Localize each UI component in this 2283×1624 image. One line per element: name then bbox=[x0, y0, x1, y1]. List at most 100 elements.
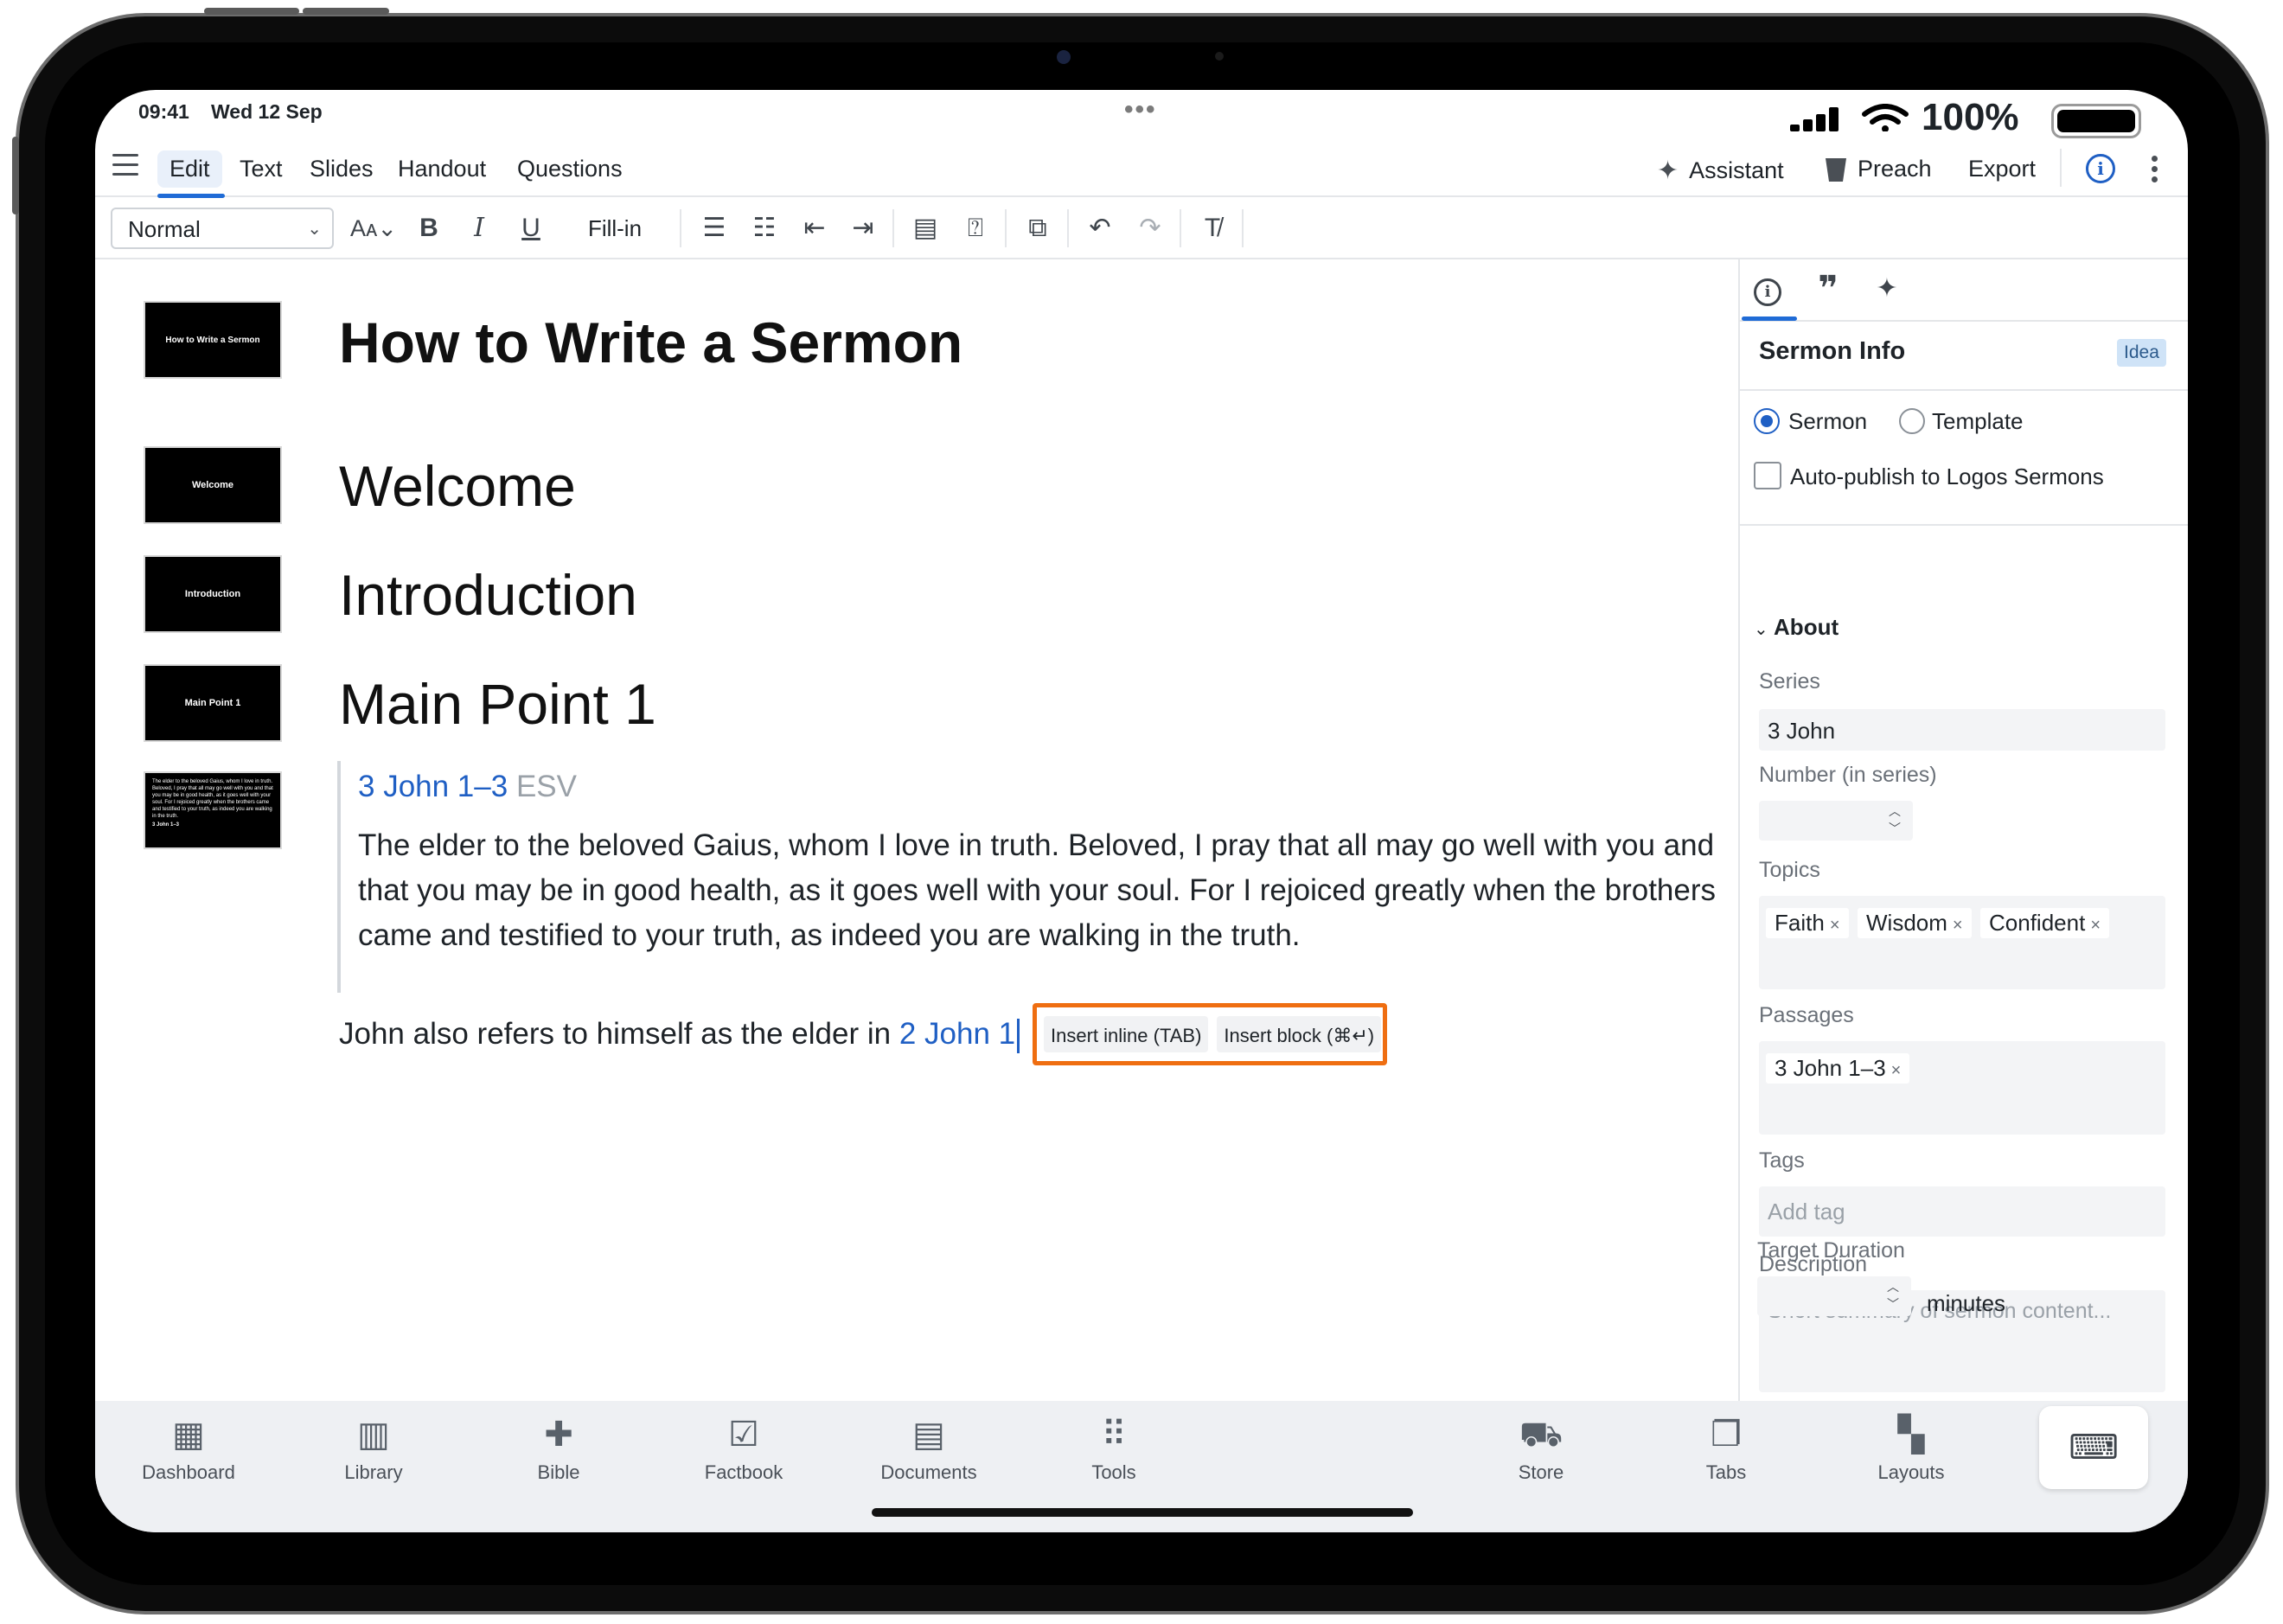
remove-chip-icon[interactable]: × bbox=[1953, 916, 1963, 935]
body-paragraph[interactable]: John also refers to himself as the elder… bbox=[339, 1017, 1020, 1053]
slide-thumbnail[interactable]: Welcome bbox=[144, 446, 282, 524]
italic-icon[interactable]: I bbox=[462, 209, 496, 247]
info-icon[interactable]: i bbox=[2086, 154, 2115, 183]
preach-button[interactable]: Preach bbox=[1825, 156, 1932, 182]
remove-chip-icon[interactable]: × bbox=[1891, 1061, 1902, 1080]
radio-template[interactable] bbox=[1899, 408, 1925, 434]
volume-button bbox=[204, 8, 299, 15]
undo-icon[interactable]: ↶ bbox=[1081, 209, 1119, 247]
dock-library[interactable]: ▥ Library bbox=[304, 1413, 443, 1484]
panel-title: Sermon Info bbox=[1759, 337, 1906, 365]
assistant-label: Assistant bbox=[1689, 157, 1784, 183]
panel-tab-assistant[interactable]: ✦ bbox=[1870, 272, 1904, 306]
dock-documents[interactable]: ▤ Documents bbox=[860, 1413, 998, 1484]
passage-chip-label: 3 John 1–3 bbox=[1775, 1055, 1886, 1081]
insert-block-button[interactable]: Insert block (⌘↵) bbox=[1217, 1016, 1382, 1052]
heading-introduction[interactable]: Introduction bbox=[339, 562, 637, 628]
tools-grid-icon: ⠿ bbox=[1101, 1416, 1127, 1454]
duration-stepper[interactable]: ︿ ﹀ bbox=[1757, 1276, 1911, 1316]
insert-inline-button[interactable]: Insert inline (TAB) bbox=[1044, 1016, 1209, 1052]
slide-thumbnail[interactable]: How to Write a Sermon bbox=[144, 301, 282, 379]
document-title[interactable]: How to Write a Sermon bbox=[339, 310, 962, 375]
passage-chip[interactable]: 3 John 1–3 × bbox=[1766, 1053, 1910, 1084]
radio-sermon[interactable] bbox=[1754, 408, 1780, 434]
multitasking-dots-icon[interactable]: ••• bbox=[1124, 95, 1157, 125]
tab-questions[interactable]: Questions bbox=[505, 150, 635, 188]
radio-template-label[interactable]: Template bbox=[1932, 408, 2024, 435]
indent-icon[interactable]: ⇥ bbox=[844, 209, 882, 247]
keyboard-icon: ⌨ bbox=[2069, 1429, 2119, 1467]
menu-bar: Edit Text Slides Handout Questions ✦ Ass… bbox=[95, 138, 2188, 198]
reference-suggestion-popup: Insert inline (TAB) Insert block (⌘↵) bbox=[1033, 1003, 1387, 1065]
bold-icon[interactable]: B bbox=[412, 209, 446, 247]
keyboard-toggle-button[interactable]: ⌨ bbox=[2039, 1406, 2148, 1489]
panel-tab-info[interactable]: i bbox=[1750, 272, 1785, 306]
dock-tools[interactable]: ⠿ Tools bbox=[1045, 1413, 1183, 1484]
tab-edit[interactable]: Edit bbox=[157, 150, 222, 188]
export-button[interactable]: Export bbox=[1968, 156, 2036, 182]
bullet-list-icon[interactable]: ☰ bbox=[695, 209, 733, 247]
heading-welcome[interactable]: Welcome bbox=[339, 453, 576, 519]
cart-icon: ⛟ bbox=[1519, 1416, 1564, 1454]
paragraph-style-select[interactable]: Normal ⌄ bbox=[111, 208, 334, 249]
topic-chip[interactable]: Faith × bbox=[1766, 908, 1849, 938]
slide-thumbnail[interactable]: The elder to the beloved Gaius, whom I l… bbox=[144, 771, 282, 849]
heading-main-point[interactable]: Main Point 1 bbox=[339, 671, 656, 737]
topics-label: Topics bbox=[1759, 858, 1820, 882]
font-size-icon[interactable]: Aᴀ⌄ bbox=[348, 209, 400, 247]
passage-block[interactable]: 3 John 1–3 ESV The elder to the beloved … bbox=[337, 761, 1755, 993]
underline-icon[interactable]: U bbox=[514, 209, 548, 247]
panel-tab-quotes[interactable]: ❞ bbox=[1811, 272, 1845, 306]
stepper-arrows-icon[interactable]: ︿ ﹀ bbox=[1889, 802, 1901, 837]
outdent-icon[interactable]: ⇤ bbox=[796, 209, 834, 247]
tab-slides[interactable]: Slides bbox=[297, 150, 386, 188]
stepper-arrows-icon[interactable]: ︿ ﹀ bbox=[1887, 1278, 1899, 1313]
more-options-icon[interactable] bbox=[2152, 156, 2158, 183]
dock-factbook[interactable]: ☑ Factbook bbox=[675, 1413, 813, 1484]
slide-thumbnail[interactable]: Introduction bbox=[144, 555, 282, 633]
tags-input[interactable]: Add tag bbox=[1759, 1186, 2165, 1237]
formatting-toolbar: Normal ⌄ Aᴀ⌄ B I U Fill-in ☰ ☷ ⇤ ⇥ ▤ ⍰ ⧉… bbox=[95, 197, 2188, 259]
autopublish-label[interactable]: Auto-publish to Logos Sermons bbox=[1790, 464, 2104, 490]
tab-handout[interactable]: Handout bbox=[386, 150, 498, 188]
remove-chip-icon[interactable]: × bbox=[1830, 916, 1840, 935]
clear-formatting-icon[interactable]: T̸ bbox=[1193, 209, 1231, 247]
question-block-icon[interactable]: ⍰ bbox=[956, 209, 994, 247]
text-cursor bbox=[1017, 1018, 1020, 1053]
home-indicator[interactable] bbox=[872, 1508, 1413, 1517]
passage-ref-link[interactable]: 3 John 1–3 bbox=[358, 770, 508, 803]
series-input[interactable]: 3 John bbox=[1759, 709, 2165, 751]
toolbar-divider bbox=[1005, 209, 1007, 247]
slide-thumbnail[interactable]: Main Point 1 bbox=[144, 664, 282, 742]
topic-chip-label: Wisdom bbox=[1866, 910, 1947, 936]
tab-text[interactable]: Text bbox=[227, 150, 295, 188]
dock-dashboard[interactable]: ▦ Dashboard bbox=[119, 1413, 258, 1484]
dock-tabs[interactable]: ❐ Tabs bbox=[1657, 1413, 1795, 1484]
dock-label: Dashboard bbox=[142, 1461, 235, 1483]
autopublish-checkbox[interactable] bbox=[1754, 462, 1781, 489]
redo-icon[interactable]: ↷ bbox=[1131, 209, 1169, 247]
dock-layouts[interactable]: ▚ Layouts bbox=[1842, 1413, 1980, 1484]
remove-chip-icon[interactable]: × bbox=[2090, 916, 2101, 935]
number-stepper[interactable]: ︿ ﹀ bbox=[1759, 801, 1913, 841]
assistant-button[interactable]: ✦ Assistant bbox=[1657, 156, 1784, 186]
status-badge[interactable]: Idea bbox=[2117, 339, 2166, 367]
hamburger-menu-icon[interactable] bbox=[112, 154, 138, 176]
bible-reference-link[interactable]: 2 John 1 bbox=[899, 1017, 1015, 1051]
about-section-toggle[interactable]: ⌄ About bbox=[1754, 614, 1839, 641]
radio-sermon-label[interactable]: Sermon bbox=[1788, 408, 1867, 435]
passage-block-icon[interactable]: ▤ bbox=[906, 209, 944, 247]
passage-text[interactable]: The elder to the beloved Gaius, whom I l… bbox=[358, 823, 1755, 958]
fill-in-button[interactable]: Fill-in bbox=[559, 209, 671, 247]
topic-chip[interactable]: Wisdom × bbox=[1858, 908, 1972, 938]
add-slide-icon[interactable]: ⧉ bbox=[1019, 209, 1057, 247]
panel-divider bbox=[1740, 524, 2188, 526]
topic-chip-label: Confident bbox=[1989, 910, 2086, 936]
dock-bible[interactable]: ✚ Bible bbox=[489, 1413, 628, 1484]
numbered-list-icon[interactable]: ☷ bbox=[745, 209, 783, 247]
camera-icon bbox=[1057, 50, 1071, 64]
passage-reference[interactable]: 3 John 1–3 ESV bbox=[358, 770, 1755, 804]
passages-label: Passages bbox=[1759, 1003, 1854, 1027]
topic-chip[interactable]: Confident × bbox=[1980, 908, 2109, 938]
dock-store[interactable]: ⛟ Store bbox=[1472, 1413, 1610, 1484]
